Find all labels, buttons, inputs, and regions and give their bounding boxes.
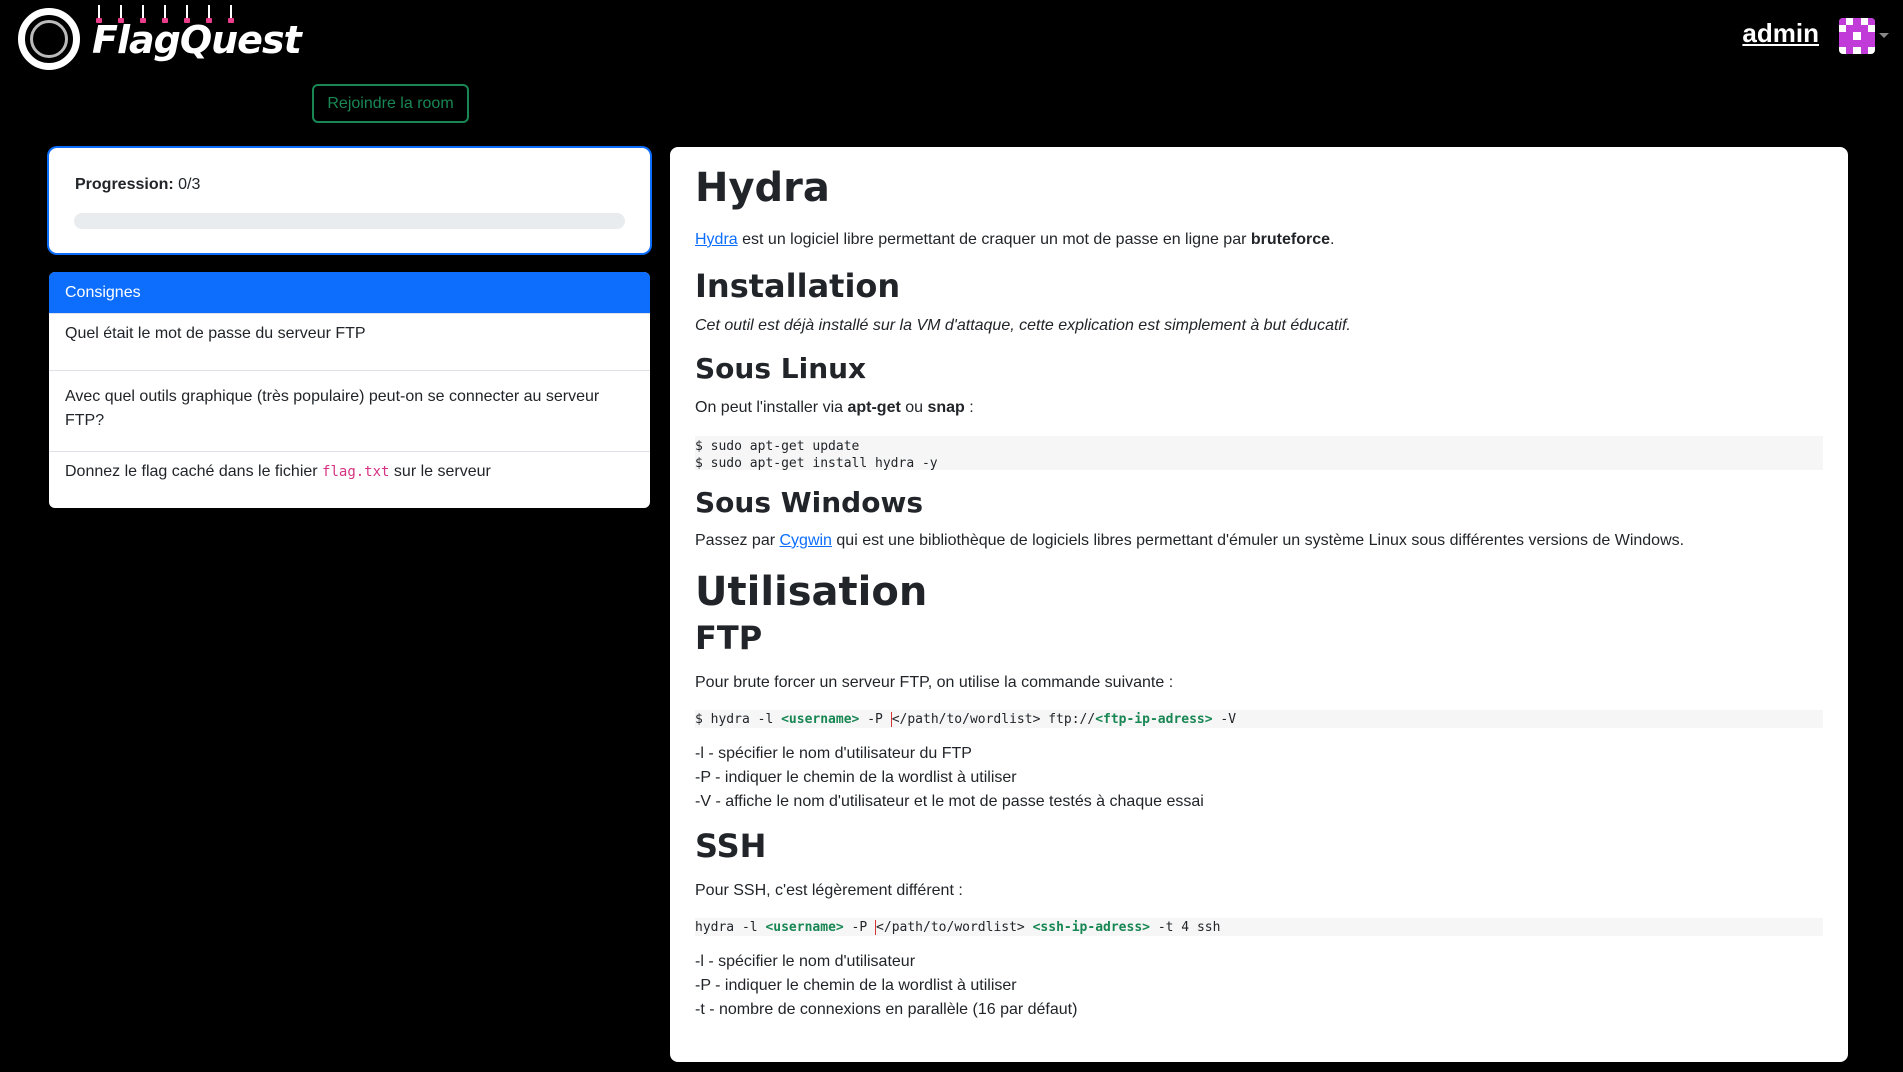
consigne-item[interactable]: Quel était le mot de passe du serveur FT… — [49, 313, 650, 370]
progress-label: Progression: 0/3 — [75, 176, 200, 194]
avatar-identicon-icon — [1839, 18, 1875, 54]
logo-ring-icon[interactable] — [18, 8, 80, 70]
chevron-down-icon[interactable] — [1879, 33, 1889, 38]
progress-value: 0/3 — [178, 176, 201, 193]
intro-paragraph: Hydra est un logiciel libre permettant d… — [695, 228, 1334, 252]
intro-bold: bruteforce — [1250, 231, 1330, 248]
windows-text-before: Passez par — [695, 532, 780, 549]
linux-text-mid: ou — [900, 399, 928, 416]
code-part: hydra -l — [695, 920, 766, 935]
ssh-option: -P - indiquer le chemin de la wordlist à… — [695, 977, 1017, 994]
join-room-button[interactable]: Rejoindre la room — [312, 84, 469, 123]
ftp-intro: Pour brute forcer un serveur FTP, on uti… — [695, 674, 1174, 691]
code-part: $ hydra -l — [695, 712, 782, 727]
ssh-intro: Pour SSH, c'est légèrement différent : — [695, 882, 963, 899]
windows-heading: Sous Windows — [695, 486, 923, 519]
ftp-option: -V - affiche le nom d'utilisateur et le … — [695, 793, 1204, 810]
code-path: </path/to/wordlist> ftp:// — [890, 712, 1096, 727]
page-title: Hydra — [695, 165, 830, 211]
linux-text-after: : — [964, 399, 974, 416]
ftp-option: -P - indiquer le chemin de la wordlist à… — [695, 769, 1017, 786]
linux-code-block: $ sudo apt-get update $ sudo apt-get ins… — [695, 436, 1823, 471]
ssh-option: -l - spécifier le nom d'utilisateur — [695, 953, 916, 970]
code-path: </path/to/wordlist> — [875, 920, 1033, 935]
consigne-item[interactable]: Donnez le flag caché dans le fichier fla… — [49, 451, 650, 508]
linux-bold-snap: snap — [927, 399, 965, 416]
linux-text-before: On peut l'installer via — [695, 399, 848, 416]
linux-heading: Sous Linux — [695, 352, 867, 385]
consigne-text: Avec quel outils graphique (très populai… — [65, 388, 600, 429]
linux-paragraph: On peut l'installer via apt-get ou snap … — [695, 396, 974, 420]
code-part: -P — [859, 712, 891, 727]
code-part: -t 4 ssh — [1150, 920, 1221, 935]
consignes-list: Consignes Quel était le mot de passe du … — [49, 272, 650, 508]
consigne-item[interactable]: Avec quel outils graphique (très populai… — [49, 370, 650, 451]
progress-card: Progression: 0/3 — [49, 148, 650, 253]
ftp-heading: FTP — [695, 619, 763, 657]
code-line: $ sudo apt-get update — [695, 439, 860, 454]
ssh-heading: SSH — [695, 827, 767, 865]
windows-paragraph: Passez par Cygwin qui est une bibliothèq… — [695, 529, 1684, 553]
windows-text-after: qui est une bibliothèque de logiciels li… — [831, 532, 1685, 549]
code-username: <username> — [765, 920, 844, 935]
code-line: $ sudo apt-get install hydra -y — [695, 456, 938, 471]
ssh-code-block: hydra -l <username> -P </path/to/wordlis… — [695, 918, 1823, 936]
linux-bold-aptget: apt-get — [847, 399, 901, 416]
ssh-option: -t - nombre de connexions en parallèle (… — [695, 1001, 1078, 1018]
code-part: -V — [1212, 712, 1237, 727]
cygwin-link[interactable]: Cygwin — [779, 532, 831, 549]
progress-title: Progression: — [75, 176, 174, 193]
user-name-link[interactable]: admin — [1742, 18, 1819, 49]
consigne-text: Quel était le mot de passe du serveur FT… — [65, 325, 366, 342]
content-card: Hydra Hydra est un logiciel libre permet… — [670, 147, 1848, 1062]
ftp-option: -l - spécifier le nom d'utilisateur du F… — [695, 745, 972, 762]
installation-note: Cet outil est déjà installé sur la VM d'… — [695, 314, 1351, 338]
intro-end: . — [1330, 231, 1335, 248]
consigne-text-after: sur le serveur — [389, 463, 491, 480]
installation-heading: Installation — [695, 267, 901, 305]
code-part: -P — [843, 920, 876, 935]
usage-heading: Utilisation — [695, 569, 928, 615]
code-ip: <ssh-ip-adress> — [1032, 920, 1150, 935]
consigne-text: Donnez le flag caché dans le fichier — [65, 463, 323, 480]
code-username: <username> — [781, 712, 860, 727]
ftp-code-block: $ hydra -l <username> -P </path/to/wordl… — [695, 710, 1823, 728]
hydra-link[interactable]: Hydra — [695, 231, 738, 248]
ssh-options: -l - spécifier le nom d'utilisateur -P -… — [695, 950, 1077, 1022]
consigne-code: flag.txt — [322, 464, 390, 480]
consignes-header: Consignes — [49, 272, 650, 313]
progress-bar — [74, 213, 625, 229]
logo-text[interactable]: FlagQuest — [92, 14, 302, 66]
intro-text: est un logiciel libre permettant de craq… — [737, 231, 1251, 248]
code-ip: <ftp-ip-adress> — [1095, 712, 1213, 727]
ftp-options: -l - spécifier le nom d'utilisateur du F… — [695, 742, 1204, 814]
installation-note-text: Cet outil est déjà installé sur la VM d'… — [695, 317, 1351, 334]
user-avatar[interactable] — [1839, 18, 1875, 54]
